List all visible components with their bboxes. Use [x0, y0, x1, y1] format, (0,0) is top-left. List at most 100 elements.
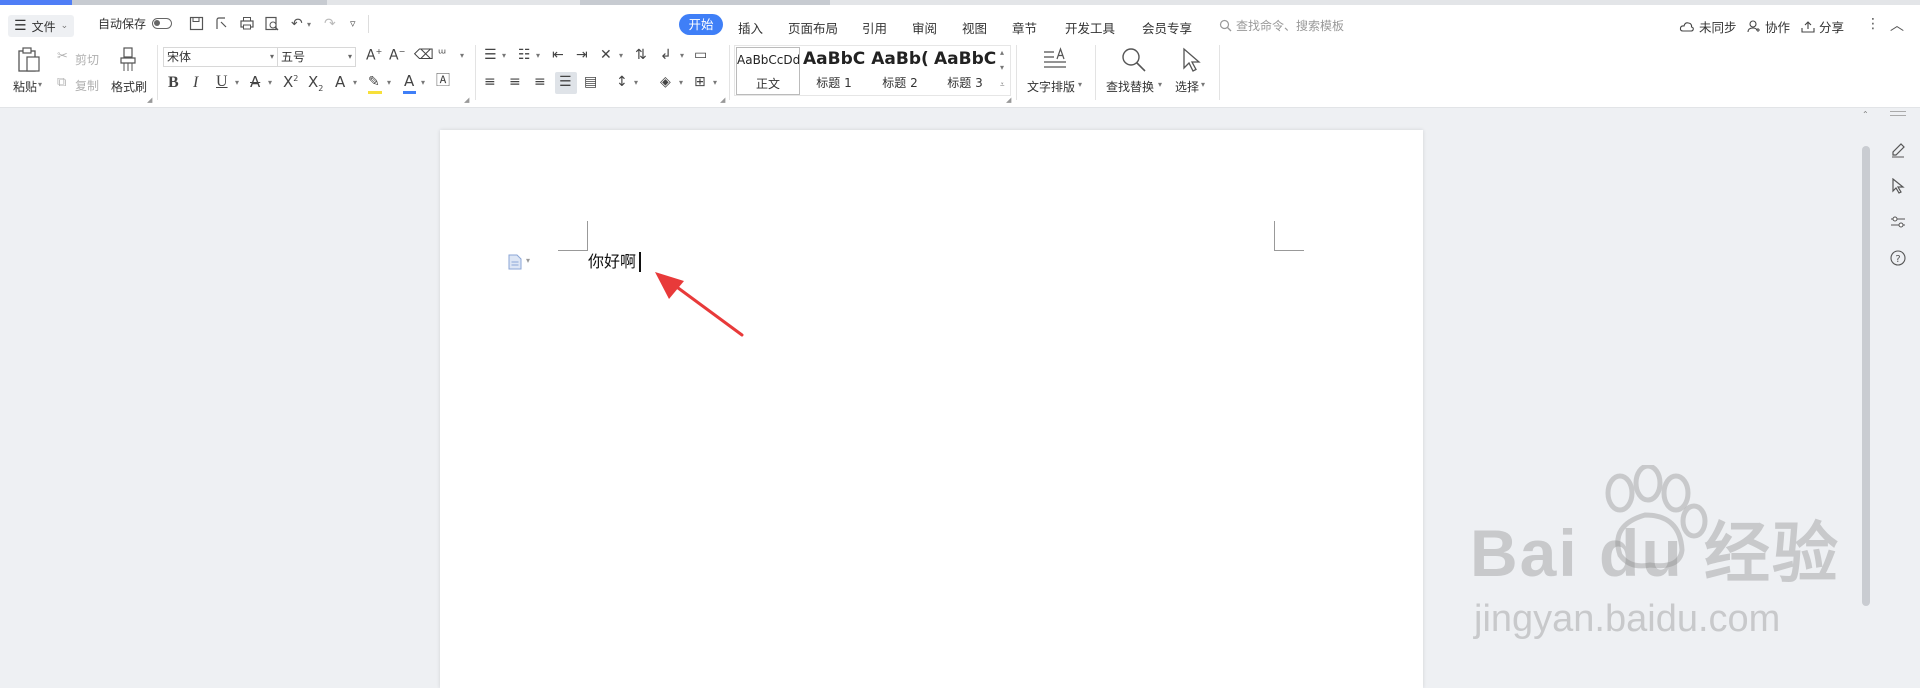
scissors-icon[interactable]: ✂ — [57, 50, 68, 63]
more-options-icon[interactable]: ⋮ — [1866, 16, 1880, 32]
decrease-font-size-icon[interactable]: A− — [389, 48, 405, 63]
phonetic-dropdown-icon[interactable]: ▾ — [460, 52, 464, 60]
decrease-indent-icon[interactable]: ⇤ — [552, 48, 564, 62]
pointer-icon[interactable] — [1890, 178, 1906, 194]
shading-dropdown-icon[interactable]: ▾ — [679, 79, 683, 87]
select-label[interactable]: 选择 — [1175, 78, 1199, 95]
font-color-dropdown-icon[interactable]: ▾ — [421, 79, 425, 87]
style-gallery-more-icon[interactable]: ⩡ — [1000, 80, 1005, 90]
scrollbar-thumb[interactable] — [1862, 146, 1870, 606]
clipboard-launcher-icon[interactable]: ◢ — [147, 96, 152, 104]
paste-dropdown-icon[interactable]: ▾ — [38, 80, 42, 89]
superscript-icon[interactable]: X2 — [283, 75, 298, 90]
style-scroll-down-icon[interactable]: ▾ — [1000, 63, 1004, 72]
magnifier-icon[interactable] — [1121, 47, 1147, 73]
justify-icon[interactable]: ☰ — [559, 75, 572, 89]
line-spacing-icon[interactable]: ↕ — [616, 75, 628, 89]
font-name-select[interactable]: 宋体 ▾ — [163, 47, 278, 67]
collaborate-button[interactable]: 协作 — [1747, 17, 1790, 36]
numbered-list-icon[interactable]: ☷ — [518, 48, 531, 62]
tab-member[interactable]: 会员专享 — [1142, 18, 1192, 37]
chinese-layout-icon[interactable]: ✕ — [600, 48, 612, 62]
output-pdf-icon[interactable] — [214, 16, 229, 31]
increase-indent-icon[interactable]: ⇥ — [576, 48, 588, 62]
ruler-icon[interactable]: ▭ — [694, 48, 707, 62]
text-layout-label[interactable]: 文字排版 — [1027, 78, 1075, 95]
align-left-icon[interactable]: ≡ — [484, 75, 496, 89]
text-layout-icon[interactable] — [1042, 47, 1068, 71]
text-effect-icon[interactable]: A — [335, 75, 345, 90]
cursor-select-icon[interactable] — [1180, 47, 1202, 73]
bullet-list-dropdown-icon[interactable]: ▾ — [502, 52, 506, 60]
font-launcher-icon[interactable]: ◢ — [464, 96, 469, 104]
increase-font-size-icon[interactable]: A+ — [366, 48, 382, 63]
style-heading-3[interactable]: AaBbC 标题 3 — [934, 47, 996, 95]
paragraph-handle-dropdown-icon[interactable]: ▾ — [526, 256, 530, 265]
sync-status-button[interactable]: 未同步 — [1679, 17, 1737, 36]
align-right-icon[interactable]: ≡ — [534, 75, 546, 89]
print-icon[interactable] — [239, 16, 255, 31]
italic-icon[interactable]: I — [193, 75, 198, 91]
copy-icon[interactable]: ⧉ — [57, 76, 66, 89]
paste-label[interactable]: 粘贴 — [13, 78, 37, 95]
style-launcher-icon[interactable]: ◢ — [1006, 96, 1011, 104]
subscript-icon[interactable]: X2 — [308, 75, 323, 93]
tab-page-layout[interactable]: 页面布局 — [788, 18, 838, 37]
borders-dropdown-icon[interactable]: ▾ — [713, 79, 717, 87]
distributed-align-icon[interactable]: ▤ — [584, 75, 597, 89]
share-button[interactable]: 分享 — [1801, 17, 1844, 36]
autosave-toggle[interactable] — [152, 18, 172, 32]
paragraph-launcher-icon[interactable]: ◢ — [720, 96, 725, 104]
clear-format-icon[interactable]: ⌫ — [414, 48, 434, 62]
collapse-ribbon-icon[interactable]: ︿ — [1890, 15, 1904, 35]
help-icon[interactable]: ? — [1890, 250, 1906, 266]
format-painter-label[interactable]: 格式刷 — [111, 78, 147, 95]
save-icon[interactable] — [189, 16, 204, 31]
numbered-list-dropdown-icon[interactable]: ▾ — [536, 52, 540, 60]
underline-icon[interactable]: U — [216, 74, 228, 90]
strikethrough-dropdown-icon[interactable]: ▾ — [268, 79, 272, 87]
chinese-layout-dropdown-icon[interactable]: ▾ — [619, 52, 623, 60]
font-size-select[interactable]: 五号 ▾ — [277, 47, 356, 67]
customize-toolbar-icon[interactable]: ▿ — [350, 17, 356, 30]
align-center-icon[interactable]: ≡ — [509, 75, 521, 89]
style-heading-2[interactable]: AaBb( 标题 2 — [869, 47, 931, 95]
print-preview-icon[interactable] — [264, 16, 280, 31]
scroll-up-icon[interactable]: ⌃ — [1862, 110, 1869, 119]
command-search[interactable]: 查找命令、搜索模板 — [1219, 17, 1344, 34]
undo-dropdown-icon[interactable]: ▾ — [307, 20, 311, 29]
bold-icon[interactable]: B — [168, 75, 179, 91]
highlight-dropdown-icon[interactable]: ▾ — [387, 79, 391, 87]
sort-icon[interactable]: ⇅ — [635, 48, 647, 62]
cut-label[interactable]: 剪切 — [75, 51, 99, 68]
paragraph-handle-icon[interactable] — [508, 254, 522, 270]
tab-chapter[interactable]: 章节 — [1012, 18, 1037, 37]
show-hide-dropdown-icon[interactable]: ▾ — [680, 52, 684, 60]
tab-review[interactable]: 审阅 — [912, 18, 937, 37]
tab-insert[interactable]: 插入 — [738, 18, 763, 37]
line-spacing-dropdown-icon[interactable]: ▾ — [634, 79, 638, 87]
show-hide-marks-icon[interactable]: ↲ — [660, 48, 672, 62]
font-color-icon[interactable]: A — [404, 74, 414, 89]
find-replace-dropdown-icon[interactable]: ▾ — [1158, 80, 1162, 89]
document-page[interactable]: ▾ 你好啊 — [440, 130, 1423, 688]
tab-references[interactable]: 引用 — [862, 18, 887, 37]
tab-developer[interactable]: 开发工具 — [1065, 18, 1115, 37]
shading-icon[interactable]: ◈ — [660, 75, 671, 89]
pen-edit-icon[interactable] — [1890, 142, 1906, 158]
paste-icon[interactable] — [16, 46, 42, 74]
style-normal[interactable]: AaBbCcDd 正文 — [736, 47, 800, 95]
tab-view[interactable]: 视图 — [962, 18, 987, 37]
style-scroll-up-icon[interactable]: ▴ — [1000, 48, 1004, 57]
text-effect-dropdown-icon[interactable]: ▾ — [353, 79, 357, 87]
adjust-settings-icon[interactable] — [1890, 214, 1906, 230]
highlight-icon[interactable]: ✎ — [368, 75, 380, 89]
document-text[interactable]: 你好啊 — [588, 254, 636, 270]
file-menu-button[interactable]: ☰ 文件 ⌄ — [8, 15, 75, 37]
tab-home[interactable]: 开始 — [679, 14, 723, 35]
redo-icon[interactable]: ↷ — [324, 16, 336, 32]
find-replace-label[interactable]: 查找替换 — [1106, 78, 1154, 95]
format-painter-icon[interactable] — [117, 46, 139, 74]
phonetic-guide-icon[interactable]: ᵚ — [438, 48, 446, 61]
select-dropdown-icon[interactable]: ▾ — [1201, 80, 1205, 89]
